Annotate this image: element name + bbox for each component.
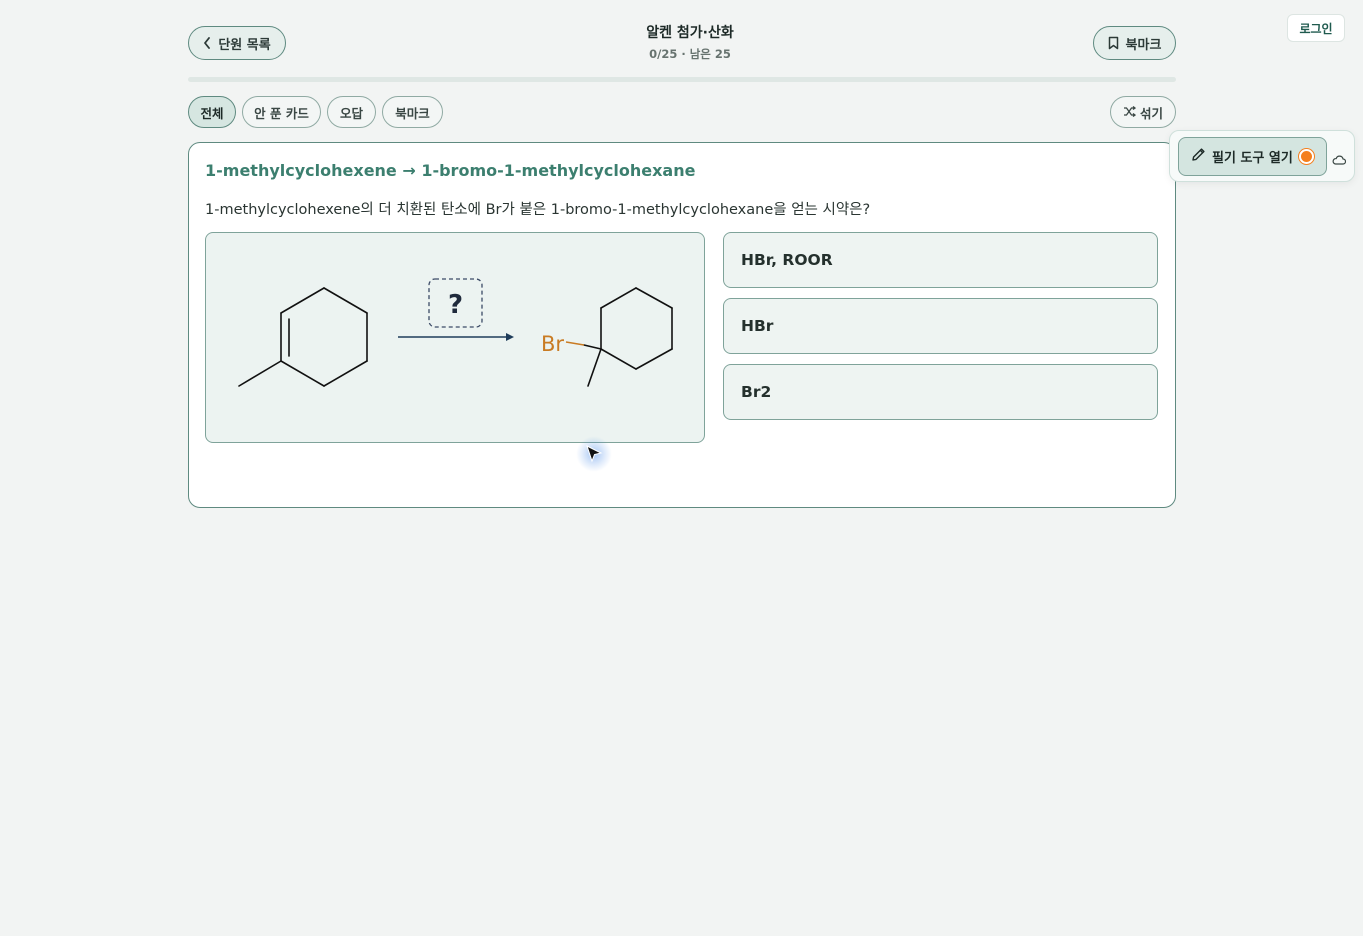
- progress-bar: [188, 77, 1176, 82]
- answer-option[interactable]: HBr, ROOR: [723, 232, 1158, 288]
- page-header: 알켄 첨가·산화 0/25 · 남은 25: [540, 22, 840, 64]
- card-question: 1-methylcyclohexene의 더 치환된 탄소에 Br가 붙은 1-…: [205, 202, 871, 218]
- shuffle-label: 섞기: [1139, 105, 1163, 121]
- shuffle-icon: [1123, 105, 1137, 120]
- card-title: 1-methylcyclohexene → 1-bromo-1-methylcy…: [205, 161, 696, 180]
- unknown-reagent-label: ?: [448, 290, 463, 320]
- bookmark-icon: [1108, 36, 1119, 50]
- reactant-structure: [238, 287, 368, 387]
- cloud-icon: [1332, 150, 1347, 169]
- filter-wrong-tab[interactable]: 오답: [327, 96, 376, 128]
- filter-bookmark-tab[interactable]: 북마크: [382, 96, 443, 128]
- progress-summary: 0/25 · 남은 25: [649, 47, 731, 61]
- bromine-bond: [565, 341, 585, 346]
- bromine-label: Br: [541, 332, 564, 356]
- open-writing-tool-button[interactable]: 필기 도구 열기: [1178, 137, 1327, 176]
- writing-tool-panel: 필기 도구 열기: [1169, 130, 1355, 182]
- page-title: 알켄 첨가·산화: [646, 25, 734, 41]
- status-dot: [1298, 149, 1314, 164]
- answer-option[interactable]: HBr: [723, 298, 1158, 354]
- mouse-cursor: [576, 436, 612, 472]
- shuffle-button[interactable]: 섞기: [1110, 96, 1176, 128]
- filter-all-tab[interactable]: 전체: [188, 96, 236, 128]
- back-button-label: 단원 목록: [218, 37, 271, 53]
- pencil-icon: [1191, 147, 1206, 166]
- bookmark-button[interactable]: 북마크: [1093, 26, 1176, 60]
- reaction-scheme: ? Br: [205, 232, 705, 443]
- filter-unsolved-tab[interactable]: 안 푼 카드: [242, 96, 321, 128]
- reaction-diagram: ? Br: [238, 278, 673, 387]
- back-to-units-button[interactable]: 단원 목록: [188, 26, 286, 60]
- login-button[interactable]: 로그인: [1287, 14, 1345, 42]
- chevron-left-icon: [203, 37, 211, 49]
- bookmark-button-label: 북마크: [1125, 37, 1162, 53]
- question-card: 1-methylcyclohexene → 1-bromo-1-methylcy…: [188, 142, 1176, 508]
- product-structure: [583, 287, 673, 387]
- reaction-arrow: [398, 333, 514, 341]
- writing-tool-label: 필기 도구 열기: [1212, 151, 1293, 166]
- answer-option[interactable]: Br2: [723, 364, 1158, 420]
- cursor-arrow-icon: [586, 445, 603, 463]
